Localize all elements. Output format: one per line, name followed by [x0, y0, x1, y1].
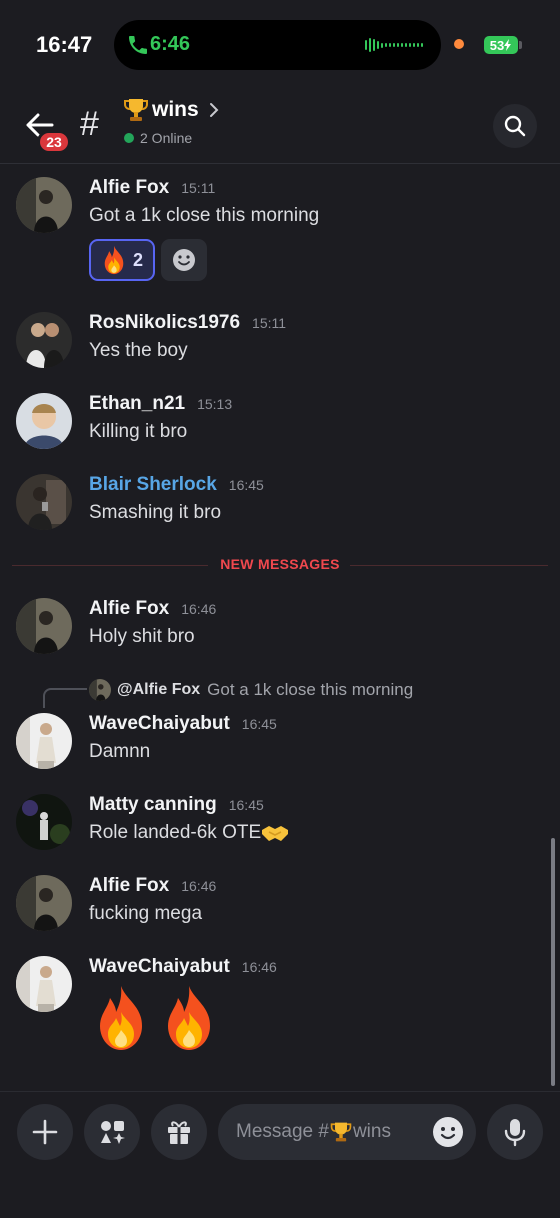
- avatar[interactable]: [16, 875, 72, 931]
- new-messages-divider: NEW MESSAGES: [12, 555, 548, 577]
- status-time: 16:47: [36, 32, 93, 57]
- search-button[interactable]: [493, 104, 537, 148]
- message-text: fucking mega: [89, 903, 203, 924]
- avatar[interactable]: [16, 177, 72, 233]
- message-text-content: Role landed-6k OTE: [89, 822, 262, 843]
- message-text: Holy shit bro: [89, 626, 195, 647]
- discord-channel-screen: 16:47 6:46 53 23 # wins 2 Online Alfie F…: [0, 0, 560, 1218]
- plus-icon: [32, 1119, 58, 1145]
- attach-plus-button[interactable]: [17, 1104, 73, 1160]
- message-timestamp: 16:46: [181, 601, 217, 617]
- chevron-right-icon: [209, 103, 219, 117]
- message-item[interactable]: Alfie Fox 16:46 Holy shit bro: [0, 598, 540, 658]
- battery-level: 53: [489, 37, 505, 53]
- mic-indicator-dot: [454, 39, 464, 49]
- avatar[interactable]: [16, 474, 72, 530]
- message-author[interactable]: Ethan_n21: [89, 393, 185, 415]
- message-author[interactable]: WaveChaiyabut: [89, 713, 230, 735]
- composer-bar: Message # wins: [0, 1091, 560, 1218]
- status-bar: 16:47 6:46 53: [0, 0, 560, 90]
- fire-emoji-icon: [168, 986, 210, 1050]
- online-count: 2 Online: [140, 130, 193, 146]
- message-author[interactable]: Alfie Fox: [89, 177, 169, 199]
- message-item[interactable]: RosNikolics1976 15:11 Yes the boy: [0, 312, 540, 372]
- message-text: Got a 1k close this morning: [89, 205, 320, 226]
- smiley-icon: [173, 249, 196, 271]
- avatar[interactable]: [16, 393, 72, 449]
- dynamic-island-call[interactable]: 6:46: [114, 20, 441, 70]
- channel-title-button[interactable]: wins: [122, 96, 221, 124]
- unread-badge: 23: [37, 130, 71, 154]
- message-item[interactable]: Ethan_n21 15:13 Killing it bro: [0, 393, 540, 453]
- emoji-only-message: [92, 984, 218, 1052]
- phone-icon: [129, 36, 147, 54]
- message-author[interactable]: Matty canning: [89, 794, 217, 816]
- message-item[interactable]: Blair Sherlock 16:45 Smashing it bro: [0, 474, 540, 534]
- apps-icon: [101, 1121, 125, 1144]
- message-timestamp: 16:46: [241, 959, 277, 975]
- scrollbar[interactable]: [551, 838, 555, 1086]
- reactions-row: 2: [89, 239, 208, 281]
- battery-indicator: 53: [484, 36, 518, 54]
- channel-header: 23 # wins 2 Online: [0, 90, 560, 164]
- call-timer: 6:46: [150, 33, 191, 55]
- message-item[interactable]: Matty canning 16:45 Role landed-6k OTE: [0, 794, 540, 854]
- message-timestamp: 15:11: [181, 180, 216, 196]
- message-author[interactable]: Blair Sherlock: [89, 474, 217, 496]
- avatar[interactable]: [16, 713, 72, 769]
- reaction-count: 2: [133, 249, 144, 270]
- battery-cap: [519, 41, 522, 49]
- message-list[interactable]: Alfie Fox 15:11 Got a 1k close this morni…: [0, 165, 560, 1090]
- fire-emoji-icon: [100, 986, 142, 1050]
- online-dot-icon: [124, 133, 134, 143]
- online-status: 2 Online: [124, 130, 192, 146]
- avatar[interactable]: [16, 794, 72, 850]
- audio-waveform-icon: [365, 38, 423, 52]
- charging-bolt-icon: [504, 39, 512, 51]
- channel-hash-icon: #: [80, 105, 99, 143]
- message-timestamp: 16:46: [181, 878, 217, 894]
- message-text: Smashing it bro: [89, 502, 222, 523]
- fire-emoji-icon: [104, 245, 124, 275]
- reaction-fire-button[interactable]: 2: [89, 239, 156, 281]
- reply-author: @Alfie Fox: [117, 681, 201, 698]
- microphone-icon: [504, 1119, 526, 1147]
- message-item[interactable]: WaveChaiyabut 16:46: [0, 956, 540, 1066]
- message-text: Damnn: [89, 741, 151, 762]
- gift-icon: [168, 1121, 190, 1144]
- message-timestamp: 16:45: [228, 477, 264, 493]
- avatar[interactable]: [16, 956, 72, 1012]
- message-item[interactable]: WaveChaiyabut 16:45 Damnn: [0, 713, 540, 773]
- message-timestamp: 16:45: [228, 797, 264, 813]
- message-text: Killing it bro: [89, 421, 188, 442]
- apps-button[interactable]: [84, 1104, 140, 1160]
- trophy-icon: [124, 99, 148, 121]
- gift-button[interactable]: [151, 1104, 207, 1160]
- message-timestamp: 15:11: [252, 315, 287, 331]
- message-item[interactable]: Alfie Fox 15:11 Got a 1k close this morni…: [0, 177, 540, 297]
- message-timestamp: 15:13: [197, 396, 233, 412]
- message-author[interactable]: Alfie Fox: [89, 598, 169, 620]
- reply-text: Got a 1k close this morning: [207, 680, 414, 699]
- message-text: Yes the boy: [89, 340, 188, 361]
- message-timestamp: 16:45: [241, 716, 277, 732]
- reply-avatar: [89, 679, 111, 701]
- add-reaction-button[interactable]: [161, 239, 208, 281]
- emoji-picker-icon[interactable]: [432, 1116, 464, 1148]
- voice-message-button[interactable]: [487, 1104, 543, 1160]
- search-icon: [504, 115, 526, 137]
- message-text: Role landed-6k OTE: [89, 822, 289, 844]
- message-item[interactable]: Alfie Fox 16:46 fucking mega: [0, 875, 540, 935]
- avatar[interactable]: [16, 312, 72, 368]
- message-author[interactable]: RosNikolics1976: [89, 312, 240, 334]
- reply-connector: [43, 688, 87, 708]
- handshake-emoji-icon: [262, 826, 289, 841]
- reply-reference[interactable]: @Alfie Fox Got a 1k close this morning: [89, 679, 413, 701]
- message-author[interactable]: WaveChaiyabut: [89, 956, 230, 978]
- avatar[interactable]: [16, 598, 72, 654]
- channel-name: wins: [152, 98, 199, 121]
- message-author[interactable]: Alfie Fox: [89, 875, 169, 897]
- new-messages-label: NEW MESSAGES: [220, 556, 340, 572]
